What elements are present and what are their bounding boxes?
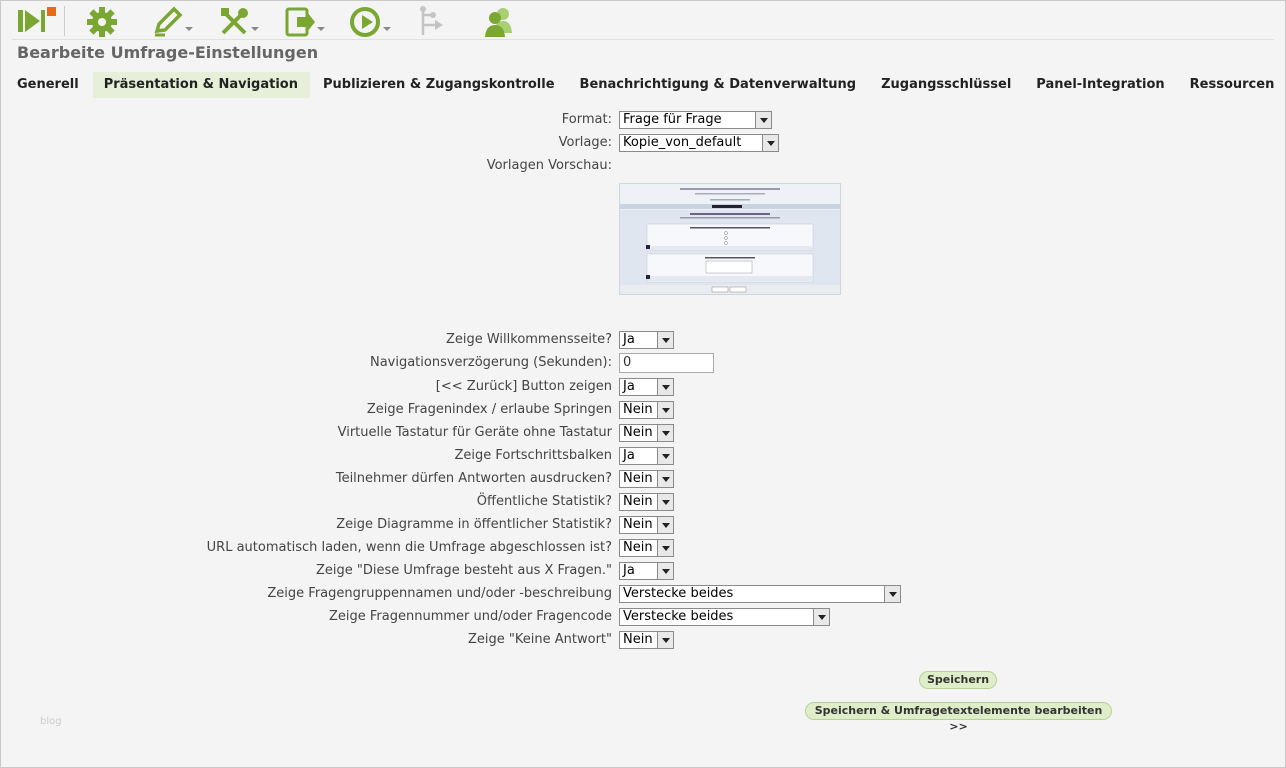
chevron-down-icon: [657, 494, 673, 510]
toolbar-divider: [12, 39, 1274, 40]
publicgraphs-select[interactable]: Nein: [619, 516, 674, 534]
noanswer-value: Nein: [623, 632, 653, 647]
chevron-down-icon: [762, 135, 778, 151]
vorlagen-vorschau-label: Vorlagen Vorschau:: [486, 158, 612, 173]
edit-pencil-icon[interactable]: [147, 3, 193, 39]
vorlage-label: Vorlage:: [558, 135, 612, 150]
autoredirect-select[interactable]: Nein: [619, 539, 674, 557]
watermark-text: blog: [40, 716, 62, 727]
qnumcode-select[interactable]: Verstecke beides: [619, 608, 830, 626]
chevron-down-icon: [755, 112, 771, 128]
dropdown-caret-icon: [251, 27, 259, 31]
keyboard-label: Virtuelle Tastatur für Geräte ohne Tasta…: [337, 425, 612, 440]
publicstats-value: Nein: [623, 494, 653, 509]
qnumcode-value: Verstecke beides: [623, 609, 734, 624]
qindex-select[interactable]: Nein: [619, 401, 674, 419]
keyboard-value: Nein: [623, 425, 653, 440]
page-title: Bearbeite Umfrage-Einstellungen: [17, 43, 319, 62]
noanswer-label: Zeige "Keine Antwort": [468, 632, 612, 647]
xquestions-select[interactable]: Ja: [619, 562, 674, 580]
import-export-icon[interactable]: [279, 3, 325, 39]
xquestions-label: Zeige "Diese Umfrage besteht aus X Frage…: [315, 563, 612, 578]
backbutton-select[interactable]: Ja: [619, 378, 674, 396]
groupinfo-select[interactable]: Verstecke beides: [619, 585, 901, 603]
publicgraphs-value: Nein: [623, 517, 653, 532]
autoredirect-label: URL automatisch laden, wenn die Umfrage …: [206, 540, 612, 555]
format-select[interactable]: Frage für Frage: [619, 111, 772, 129]
dropdown-caret-icon: [383, 27, 391, 31]
tab-benachrichtigung-datenverwaltung[interactable]: Benachrichtigung & Datenverwaltung: [569, 72, 869, 98]
dropdown-caret-icon: [185, 27, 193, 31]
groupinfo-value: Verstecke beides: [623, 586, 734, 601]
settings-gear-icon[interactable]: [81, 3, 121, 39]
dropdown-caret-icon: [317, 27, 325, 31]
format-label: Format:: [561, 112, 612, 127]
tab-generell[interactable]: Generell: [6, 72, 91, 98]
chevron-down-icon: [657, 448, 673, 464]
noanswer-select[interactable]: Nein: [619, 631, 674, 649]
keyboard-select[interactable]: Nein: [619, 424, 674, 442]
chevron-down-icon: [813, 609, 829, 625]
limesurvey-logo-icon[interactable]: [12, 3, 56, 39]
tab-zugangsschluessel[interactable]: Zugangsschlüssel: [870, 72, 1023, 98]
backbutton-label: [<< Zurück] Button zeigen: [435, 379, 612, 394]
chevron-down-icon: [657, 471, 673, 487]
navdelay-label: Navigationsverzögerung (Sekunden):: [369, 355, 612, 370]
autoredirect-value: Nein: [623, 540, 653, 555]
print-value: Nein: [623, 471, 653, 486]
publicstats-select[interactable]: Nein: [619, 493, 674, 511]
format-value: Frage für Frage: [623, 112, 722, 127]
chevron-down-icon: [657, 563, 673, 579]
welcome-label: Zeige Willkommensseite?: [445, 332, 612, 347]
xquestions-value: Ja: [623, 563, 635, 578]
tab-ressourcen[interactable]: Ressourcen: [1179, 72, 1286, 98]
print-select[interactable]: Nein: [619, 470, 674, 488]
chevron-down-icon: [657, 517, 673, 533]
save-button[interactable]: Speichern: [919, 671, 997, 689]
settings-tabs: Generell Präsentation & Navigation Publi…: [6, 72, 1286, 98]
template-preview-image: [619, 183, 841, 295]
admin-toolbar: [12, 2, 1274, 40]
vorlage-select[interactable]: Kopie_von_default: [619, 134, 779, 152]
save-and-edit-texts-button[interactable]: Speichern & Umfragetextelemente bearbeit…: [805, 702, 1112, 733]
publicgraphs-label: Zeige Diagramme in öffentlicher Statisti…: [336, 517, 612, 532]
qindex-label: Zeige Fragenindex / erlaube Springen: [366, 402, 612, 417]
tab-praesentation-navigation[interactable]: Präsentation & Navigation: [92, 72, 310, 98]
groupinfo-label: Zeige Fragengruppennamen und/oder -besch…: [267, 586, 612, 601]
qindex-value: Nein: [623, 402, 653, 417]
tab-publizieren-zugangskontrolle[interactable]: Publizieren & Zugangskontrolle: [312, 72, 567, 98]
survey-structure-icon[interactable]: [411, 3, 451, 39]
chevron-down-icon: [884, 586, 900, 602]
progress-select[interactable]: Ja: [619, 447, 674, 465]
chevron-down-icon: [657, 425, 673, 441]
tools-icon[interactable]: [213, 3, 259, 39]
navdelay-input[interactable]: 0: [619, 353, 714, 373]
backbutton-value: Ja: [623, 379, 635, 394]
vorlage-value: Kopie_von_default: [623, 135, 742, 150]
welcome-value: Ja: [623, 332, 635, 347]
progress-value: Ja: [623, 448, 635, 463]
qnumcode-label: Zeige Fragennummer und/oder Fragencode: [329, 609, 612, 624]
activate-icon[interactable]: [345, 3, 391, 39]
chevron-down-icon: [657, 402, 673, 418]
welcome-select[interactable]: Ja: [619, 331, 674, 349]
participants-icon[interactable]: [477, 3, 517, 39]
chevron-down-icon: [657, 540, 673, 556]
tab-panel-integration[interactable]: Panel-Integration: [1025, 72, 1176, 98]
progress-label: Zeige Fortschrittsbalken: [454, 448, 612, 463]
toolbar-separator: [64, 6, 65, 36]
publicstats-label: Öffentliche Statistik?: [476, 494, 612, 509]
chevron-down-icon: [657, 379, 673, 395]
chevron-down-icon: [657, 632, 673, 648]
print-label: Teilnehmer dürfen Antworten ausdrucken?: [335, 471, 612, 486]
chevron-down-icon: [657, 332, 673, 348]
